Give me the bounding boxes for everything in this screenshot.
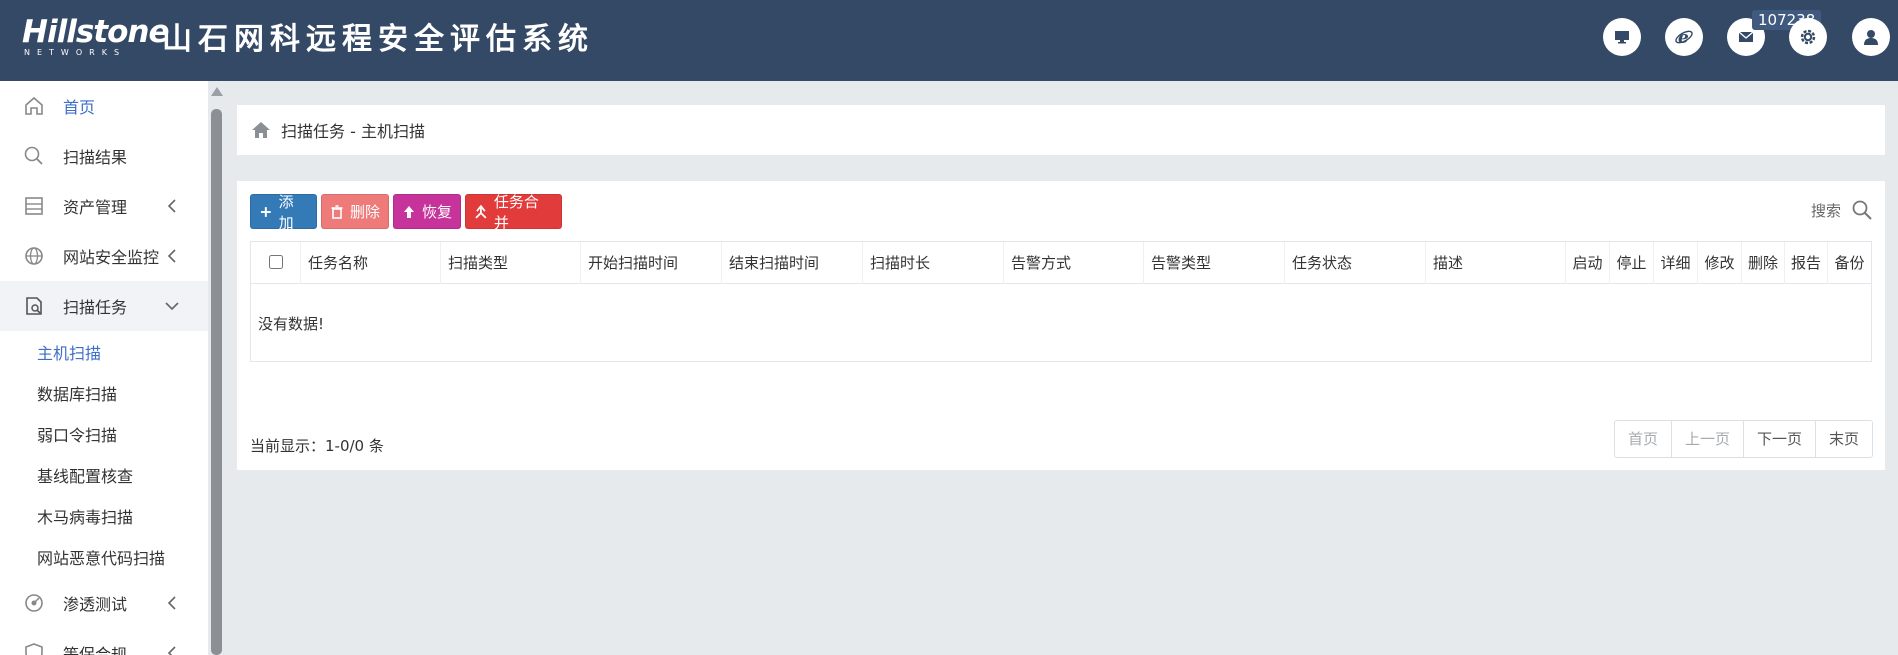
sidebar-item-penetration-test[interactable]: 渗透测试 — [0, 578, 208, 628]
trash-icon — [331, 204, 343, 219]
sidebar-subitem-malicious-code-scan[interactable]: 网站恶意代码扫描 — [0, 536, 208, 577]
table-body: 没有数据! — [251, 284, 1871, 361]
sidebar-subitem-label: 网站恶意代码扫描 — [37, 548, 166, 568]
sidebar-item-label: 首页 — [63, 98, 96, 117]
arrow-up-icon — [404, 205, 414, 218]
sidebar-scrollbar[interactable] — [209, 81, 224, 655]
column-header-duration[interactable]: 扫描时长 — [863, 242, 1004, 284]
column-header-edit: 修改 — [1698, 242, 1742, 284]
sidebar-item-label: 渗透测试 — [63, 595, 128, 614]
delete-button[interactable]: 删除 — [321, 194, 389, 229]
sidebar-item-compliance[interactable]: 等保合规 — [0, 628, 208, 655]
breadcrumb: 扫描任务 - 主机扫描 — [237, 105, 1885, 155]
sidebar-item-label: 网站安全监控 — [63, 248, 160, 267]
chevron-left-icon — [167, 199, 176, 213]
search-label: 搜索 — [1810, 201, 1841, 220]
pagination-info: 当前显示：1-0/0 条 — [250, 437, 384, 455]
first-page-button[interactable]: 首页 — [1615, 421, 1672, 457]
add-button[interactable]: 添加 — [250, 193, 317, 232]
sidebar-item-scan-tasks[interactable]: 扫描任务 — [0, 281, 208, 331]
prev-page-button[interactable]: 上一页 — [1672, 421, 1744, 457]
ie-browser-icon[interactable]: e — [1665, 18, 1703, 56]
home-icon[interactable] — [251, 121, 271, 139]
search-toggle[interactable]: 搜索 — [1811, 197, 1873, 223]
sidebar-subitem-host-scan[interactable]: 主机扫描 — [0, 331, 208, 372]
last-page-button[interactable]: 末页 — [1816, 421, 1872, 457]
pentest-icon — [25, 594, 43, 612]
sidebar-item-asset-management[interactable]: 资产管理 — [0, 181, 208, 231]
merge-icon — [475, 204, 487, 219]
task-table: 任务名称 扫描类型 开始扫描时间 结束扫描时间 扫描时长 告警方式 告警类型 任… — [250, 241, 1872, 362]
breadcrumb-text: 扫描任务 - 主机扫描 — [281, 122, 425, 141]
sidebar-item-label: 扫描结果 — [63, 148, 128, 167]
sidebar-subitem-label: 数据库扫描 — [37, 384, 118, 404]
sidebar: 首页 扫描结果 资产管理 网站安全监控 扫描任务 主机扫描 数据库扫描 弱口令扫… — [0, 81, 208, 655]
task-panel: 添加 删除 恢复 任务合并 搜索 任务名称 扫描类型 开始扫描时间 结束扫描时间… — [237, 181, 1885, 470]
scroll-up-arrow-icon[interactable] — [211, 87, 223, 96]
sidebar-subitem-label: 木马病毒扫描 — [37, 507, 134, 527]
select-all-cell — [251, 242, 301, 284]
scan-task-icon — [26, 297, 42, 315]
add-button-label: 添加 — [278, 192, 294, 232]
sidebar-item-scan-results[interactable]: 扫描结果 — [0, 131, 208, 181]
top-header: Hillstone NETWORKS 山石网科远程安全评估系统 e 107238 — [0, 0, 1898, 81]
column-header-alert-method[interactable]: 告警方式 — [1004, 242, 1144, 284]
sidebar-item-home[interactable]: 首页 — [0, 81, 208, 131]
column-header-end-time[interactable]: 结束扫描时间 — [722, 242, 863, 284]
sidebar-subitem-label: 基线配置核查 — [37, 466, 134, 486]
sidebar-item-website-monitor[interactable]: 网站安全监控 — [0, 231, 208, 281]
column-header-report: 报告 — [1785, 242, 1828, 284]
restore-button-label: 恢复 — [422, 203, 453, 221]
chevron-down-icon — [165, 302, 179, 311]
column-header-detail: 详细 — [1654, 242, 1698, 284]
next-page-button[interactable]: 下一页 — [1744, 421, 1816, 457]
pagination: 首页 上一页 下一页 末页 — [1613, 420, 1873, 458]
column-header-start: 启动 — [1566, 242, 1610, 284]
sidebar-subitem-trojan-scan[interactable]: 木马病毒扫描 — [0, 495, 208, 536]
sidebar-subitem-database-scan[interactable]: 数据库扫描 — [0, 372, 208, 413]
app-title: 山石网科远程安全评估系统 — [162, 22, 594, 57]
column-header-task-status[interactable]: 任务状态 — [1285, 242, 1426, 284]
home-icon — [25, 96, 43, 115]
search-icon — [24, 146, 43, 165]
monitor-icon[interactable] — [1603, 18, 1641, 56]
server-icon — [25, 197, 43, 215]
plus-icon — [260, 206, 271, 217]
gear-icon[interactable] — [1789, 18, 1827, 56]
column-header-start-time[interactable]: 开始扫描时间 — [581, 242, 722, 284]
column-header-backup: 备份 — [1834, 254, 1865, 272]
chevron-left-icon — [167, 646, 176, 655]
sidebar-subitem-label: 主机扫描 — [37, 343, 102, 363]
column-header-description[interactable]: 描述 — [1426, 242, 1566, 284]
sidebar-item-label: 资产管理 — [63, 198, 128, 217]
user-icon[interactable] — [1852, 18, 1890, 56]
sidebar-item-label: 等保合规 — [63, 645, 128, 655]
column-header-stop: 停止 — [1610, 242, 1654, 284]
table-header: 任务名称 扫描类型 开始扫描时间 结束扫描时间 扫描时长 告警方式 告警类型 任… — [251, 242, 1871, 284]
merge-task-button[interactable]: 任务合并 — [465, 193, 562, 232]
restore-button[interactable]: 恢复 — [393, 194, 461, 229]
logo-brand: Hillstone — [22, 14, 169, 50]
scrollbar-thumb[interactable] — [211, 109, 222, 655]
globe-icon — [25, 247, 43, 265]
column-header-delete: 删除 — [1742, 242, 1785, 284]
merge-task-button-label: 任务合并 — [493, 192, 539, 232]
sidebar-subitem-baseline-check[interactable]: 基线配置核查 — [0, 454, 208, 495]
chevron-left-icon — [167, 596, 176, 610]
column-header-task-name[interactable]: 任务名称 — [301, 242, 441, 284]
shield-icon — [25, 643, 43, 655]
search-icon — [1852, 200, 1872, 220]
hillstone-logo: Hillstone NETWORKS — [22, 14, 169, 60]
sidebar-item-label: 扫描任务 — [63, 298, 128, 317]
chevron-left-icon — [167, 249, 176, 263]
empty-table-message: 没有数据! — [258, 315, 325, 333]
column-header-alert-type[interactable]: 告警类型 — [1144, 242, 1285, 284]
sidebar-subitem-weak-password-scan[interactable]: 弱口令扫描 — [0, 413, 208, 454]
sidebar-subitem-label: 弱口令扫描 — [37, 425, 118, 445]
column-header-scan-type[interactable]: 扫描类型 — [441, 242, 581, 284]
delete-button-label: 删除 — [350, 203, 381, 221]
select-all-checkbox[interactable] — [268, 255, 283, 269]
